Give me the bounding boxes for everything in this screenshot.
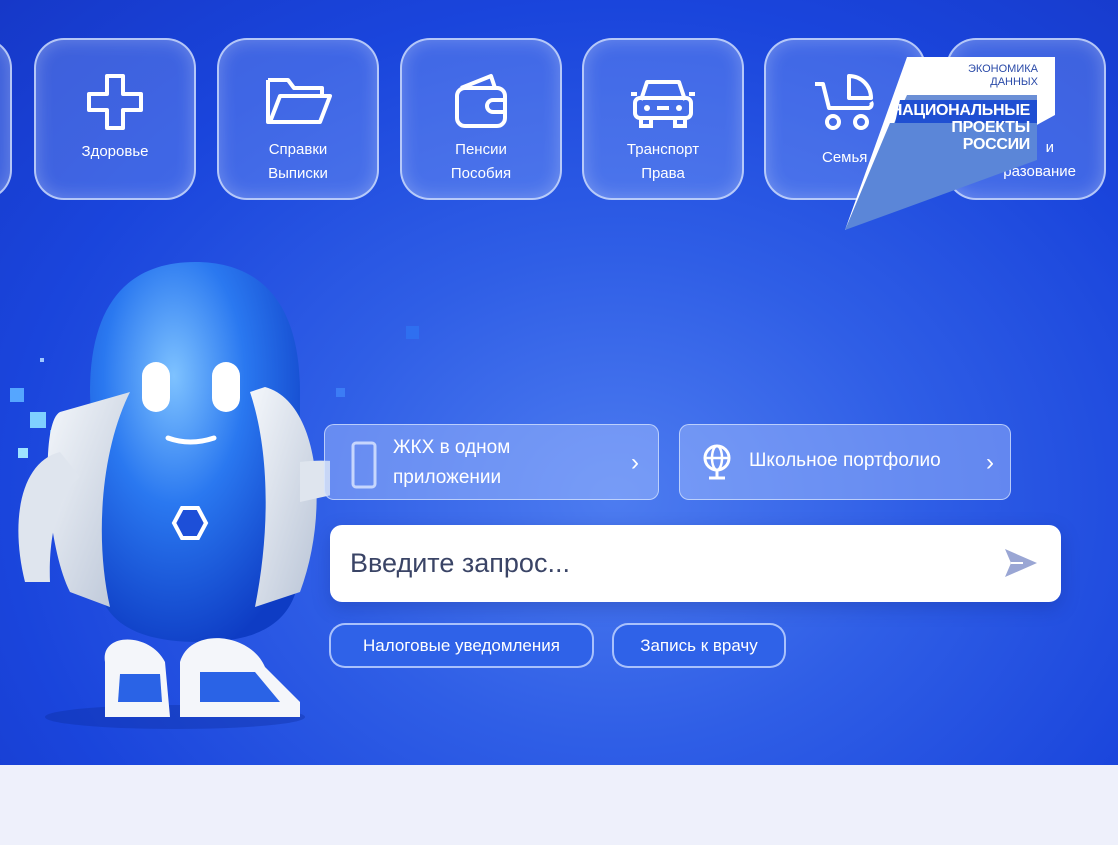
category-label: Справки [268, 141, 328, 158]
suggestion-chip-doctor[interactable]: Запись к врачу [612, 623, 786, 668]
wallet-icon [455, 74, 507, 128]
category-label: Пенсии [455, 141, 507, 158]
quick-link-label: ЖКХ в одном [393, 437, 511, 458]
category-tile-pensions[interactable]: Пенсии Пособия [400, 38, 562, 200]
category-tile-health[interactable]: Здоровье [34, 38, 196, 200]
building-icon [351, 441, 377, 489]
pixel-decoration [336, 388, 345, 397]
plus-cross-icon [87, 74, 143, 130]
category-label: Здоровье [81, 143, 149, 160]
chevron-right-icon: › [631, 449, 639, 476]
mascot-robot [18, 262, 330, 729]
category-label: Выписки [268, 165, 328, 182]
pixel-decoration [406, 326, 419, 339]
logo-top-line-2: ДАННЫХ [990, 76, 1038, 88]
category-label: Права [641, 165, 685, 182]
chevron-right-icon: › [986, 449, 994, 476]
search-bar[interactable] [330, 525, 1061, 602]
quick-link-label: приложении [393, 467, 502, 488]
logo-main-line-1: НАЦИОНАЛЬНЫЕ [890, 102, 1030, 119]
send-icon[interactable] [1003, 547, 1039, 579]
folder-icon [266, 78, 332, 124]
logo-main-line-3: РОССИИ [962, 136, 1031, 153]
category-tile-partial[interactable] [0, 38, 12, 200]
national-projects-logo: ЭКОНОМИКА ДАННЫХ НАЦИОНАЛЬНЫЕ ПРОЕКТЫ РО… [845, 55, 1060, 230]
category-label: Пособия [450, 165, 512, 182]
category-tile-transport[interactable]: Транспорт Права [582, 38, 744, 200]
quick-link-school-portfolio[interactable]: Школьное портфолио › [679, 424, 1011, 500]
search-input[interactable] [350, 543, 990, 583]
category-tile-certificates[interactable]: Справки Выписки [217, 38, 379, 200]
suggestion-chip-tax[interactable]: Налоговые уведомления [329, 623, 594, 668]
page-background-strip [0, 765, 1118, 845]
quick-link-zhkh[interactable]: ЖКХ в одном приложении › [324, 424, 659, 500]
category-label: Транспорт [626, 141, 700, 158]
quick-link-label: Школьное портфолио [749, 450, 941, 471]
hero-banner: Здоровье Справки Выписки Пенсии Пособия [0, 0, 1118, 765]
car-icon [631, 80, 695, 128]
logo-main-line-2: ПРОЕКТЫ [951, 119, 1030, 136]
globe-icon [703, 444, 731, 480]
logo-top-line-1: ЭКОНОМИКА [967, 63, 1038, 75]
